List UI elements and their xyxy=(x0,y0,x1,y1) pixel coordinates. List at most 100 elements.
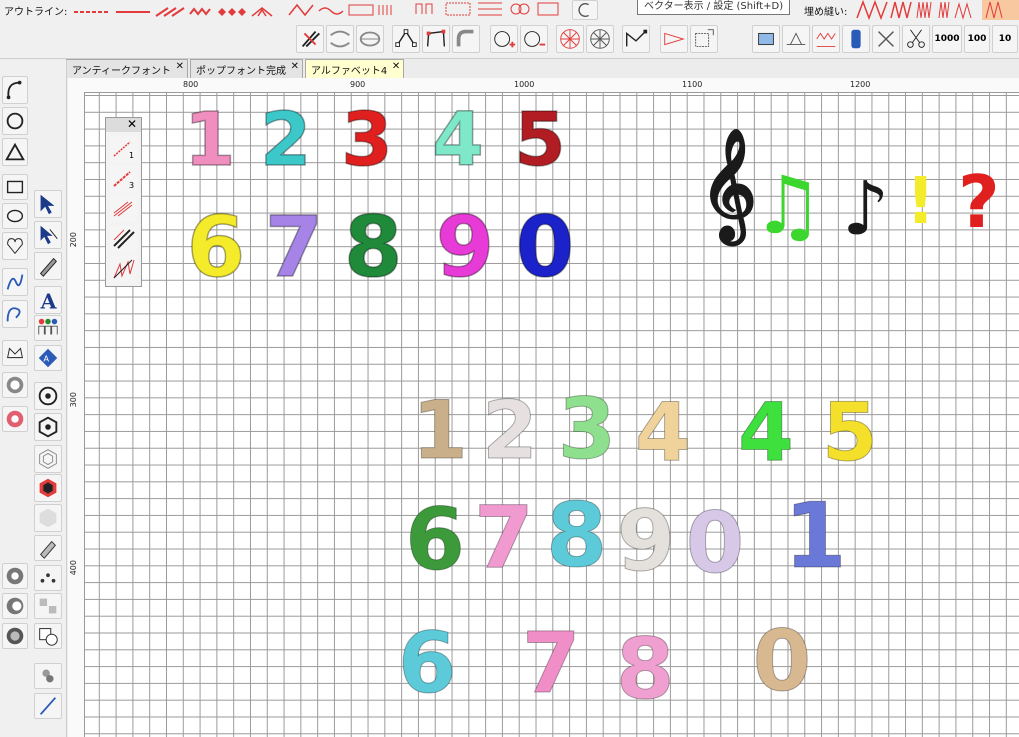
digit-pop-4[interactable]: 4 xyxy=(428,96,488,184)
line-3-button[interactable]: 3 xyxy=(110,166,137,192)
red-hexagon-button[interactable] xyxy=(34,474,62,502)
bezier-tool-button[interactable] xyxy=(2,76,28,104)
animal-digit-2[interactable]: 2 xyxy=(482,384,539,478)
digit-pop-1[interactable]: 1 xyxy=(183,96,236,184)
color-fill-button[interactable] xyxy=(2,406,28,432)
people-pattern-button[interactable] xyxy=(34,315,62,341)
triple-line-button[interactable] xyxy=(110,196,137,222)
star-pattern-button[interactable] xyxy=(556,25,584,53)
arc-tool-button[interactable] xyxy=(572,0,598,20)
ellipse-tool-button[interactable] xyxy=(2,203,28,229)
stitch-count-100-button[interactable]: 100 xyxy=(964,25,990,53)
digit-pop-8[interactable]: 8 xyxy=(343,197,403,297)
fill-zigzag-button[interactable] xyxy=(812,25,840,53)
rectangle-tool-button[interactable] xyxy=(2,174,28,200)
grid-button[interactable] xyxy=(34,593,62,619)
appli-3-button[interactable] xyxy=(2,623,28,649)
animal-digit-3[interactable]: 3 xyxy=(556,380,618,479)
polyline-button[interactable] xyxy=(2,138,28,166)
outline-pattern-styles[interactable] xyxy=(412,0,562,18)
offset-button[interactable] xyxy=(34,445,62,473)
text-tool-button[interactable]: A xyxy=(34,286,62,314)
bead-button[interactable] xyxy=(34,663,62,689)
animal-digit-8-deer[interactable]: 8 xyxy=(546,484,608,588)
digit-pop-5[interactable]: 5 xyxy=(512,96,568,184)
running-stitch-button[interactable] xyxy=(2,300,28,328)
tab-pop-font[interactable]: ポップフォント完成 ✕ xyxy=(190,59,303,78)
pen-tool-button[interactable] xyxy=(34,252,62,280)
close-icon[interactable]: ✕ xyxy=(127,117,137,131)
hexagon-button[interactable] xyxy=(34,413,62,441)
appli-2-button[interactable] xyxy=(2,593,28,619)
tab-alphabet-4[interactable]: アルファベット4 ✕ xyxy=(305,59,405,78)
digit-pop-0[interactable]: 0 xyxy=(514,197,576,297)
circle-target-button[interactable] xyxy=(34,382,62,410)
freehand-button[interactable] xyxy=(2,268,28,296)
animal-digit-7-flamingo[interactable]: 7 xyxy=(474,488,535,589)
knife-tool-button[interactable] xyxy=(296,25,324,53)
digit-pop-2[interactable]: 2 xyxy=(259,96,312,184)
machine-button[interactable] xyxy=(782,25,810,53)
delete-node-button[interactable] xyxy=(520,25,548,53)
spool-button[interactable] xyxy=(842,25,870,53)
transform-button[interactable] xyxy=(690,25,718,53)
close-icon[interactable]: ✕ xyxy=(176,61,184,72)
animal-digit-1-bird[interactable]: 1 xyxy=(784,484,848,590)
digit-pop-9[interactable]: 9 xyxy=(434,197,496,297)
stitch-count-1000-button[interactable]: 1000 xyxy=(932,25,962,53)
path-edit-button[interactable] xyxy=(622,25,650,53)
add-node-button[interactable] xyxy=(490,25,518,53)
outline-wave-styles[interactable] xyxy=(287,2,407,17)
animal-digit-8-owl[interactable]: 8 xyxy=(616,620,675,719)
closed-curve-button[interactable] xyxy=(2,107,28,135)
radial-pattern-button[interactable] xyxy=(586,25,614,53)
bend-tool-button[interactable] xyxy=(326,25,354,53)
close-icon[interactable]: ✕ xyxy=(392,61,400,72)
dots-button[interactable] xyxy=(34,565,62,591)
zigzag-line-button[interactable] xyxy=(110,256,137,282)
close-icon[interactable]: ✕ xyxy=(291,61,299,72)
digit-pop-7[interactable]: 7 xyxy=(264,197,324,297)
node-select-button[interactable] xyxy=(34,221,62,249)
crown-tool-button[interactable] xyxy=(2,340,28,366)
curve-node-button[interactable] xyxy=(452,25,480,53)
animal-digit-5[interactable]: 5 xyxy=(822,386,879,480)
digit-pop-3[interactable]: 3 xyxy=(340,96,394,184)
shape-tool-button[interactable] xyxy=(2,232,28,260)
animal-digit-9[interactable]: 9 xyxy=(614,492,678,591)
direction-button[interactable] xyxy=(660,25,688,53)
animal-digit-4-mouse[interactable]: 4 xyxy=(736,386,796,480)
appli-1-button[interactable] xyxy=(2,563,28,589)
tab-antique-font[interactable]: アンティークフォント ✕ xyxy=(66,59,188,78)
beamed-notes-symbol[interactable]: ♫ xyxy=(752,166,824,246)
eighth-note-symbol[interactable]: ♪ xyxy=(842,172,889,246)
sequence-button[interactable] xyxy=(752,25,780,53)
applique-button[interactable] xyxy=(2,372,28,398)
needle-button[interactable] xyxy=(34,693,62,719)
monogram-button[interactable]: A xyxy=(34,345,62,371)
fill-style-selected[interactable] xyxy=(982,0,1019,20)
outline-stitch-styles[interactable] xyxy=(72,3,282,17)
trim-button[interactable] xyxy=(872,25,900,53)
animal-digit-6-seal[interactable]: 6 xyxy=(398,614,457,713)
line-1-button[interactable]: 1 xyxy=(110,136,137,162)
warp-tool-button[interactable] xyxy=(356,25,384,53)
digit-pop-6[interactable]: 6 xyxy=(186,197,246,297)
animal-digit-0-hedgehog[interactable]: 0 xyxy=(752,612,812,711)
merge-button[interactable] xyxy=(34,623,62,649)
double-line-button[interactable] xyxy=(110,226,137,252)
animal-digit-0-peacock[interactable]: 0 xyxy=(684,494,746,593)
stitch-count-10-button[interactable]: 10 xyxy=(992,25,1018,53)
exclamation-symbol[interactable]: ! xyxy=(906,170,935,234)
question-symbol[interactable]: ? xyxy=(958,166,1000,238)
animal-digit-1[interactable]: 1 xyxy=(412,384,469,478)
animal-digit-7-bunny[interactable]: 7 xyxy=(522,614,581,713)
gray-hexagon-button[interactable] xyxy=(34,504,62,532)
treble-clef-symbol[interactable]: 𝄞 xyxy=(700,136,757,232)
fill-stitch-styles[interactable] xyxy=(855,0,980,21)
animal-digit-6-snake[interactable]: 6 xyxy=(404,490,466,591)
node-edit-button[interactable] xyxy=(392,25,420,53)
scissors-button[interactable] xyxy=(902,25,930,53)
pencil-button[interactable] xyxy=(34,535,62,561)
animal-digit-4-cat[interactable]: 4 xyxy=(632,386,694,480)
